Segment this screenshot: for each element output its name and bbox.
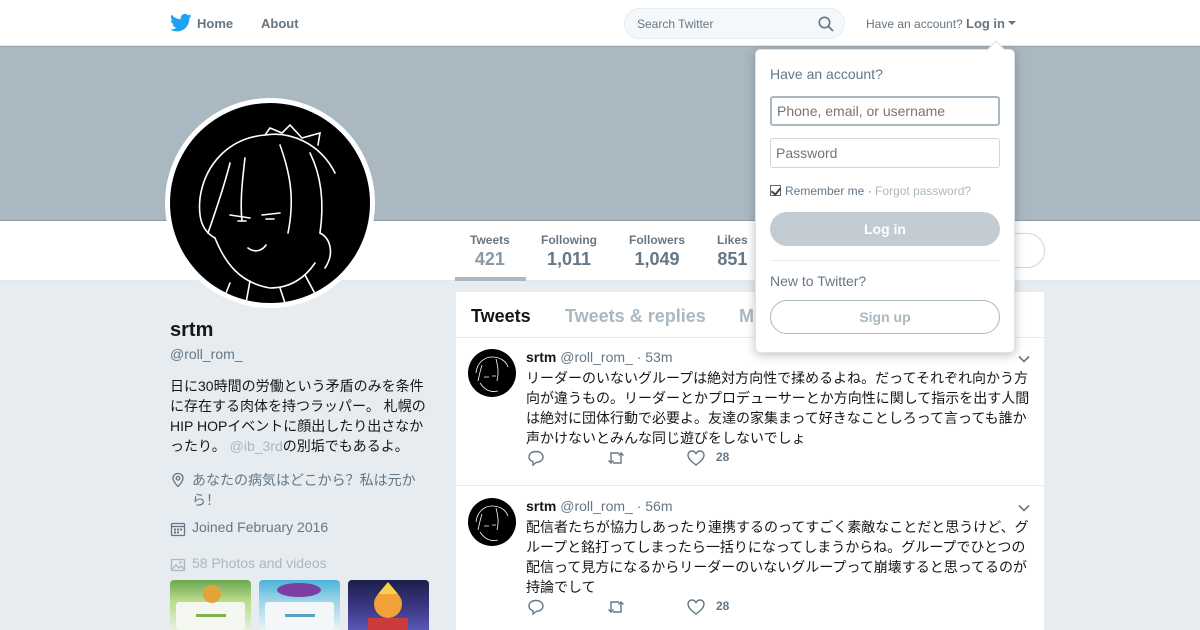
have-account-text: Have an account? xyxy=(866,17,963,31)
tweet-avatar-drawing xyxy=(475,356,509,392)
stat-followers-value: 1,049 xyxy=(634,249,680,269)
remember-me-label[interactable]: Remember me xyxy=(785,184,864,198)
tweet-author-name[interactable]: srtm xyxy=(526,349,556,365)
tab-tweets-and-replies[interactable]: Tweets & replies xyxy=(565,306,706,327)
nav-home-label: Home xyxy=(197,15,234,31)
joined-text: Joined February 2016 xyxy=(192,519,329,535)
caret-down-icon[interactable] xyxy=(1008,21,1016,25)
bio-mention-link[interactable]: @ib_3rd xyxy=(230,438,283,454)
tweet[interactable]: srtm @roll_rom_ · 53m リーダーのいないグループは絶対方向性… xyxy=(456,339,1044,486)
stat-likes-value: 851 xyxy=(717,249,748,269)
tweet-author-handle[interactable]: @roll_rom_ xyxy=(560,498,633,514)
stat-tweets-label: Tweets xyxy=(470,233,510,247)
stat-tweets-value: 421 xyxy=(474,249,505,269)
top-navigation: Home About Search Twitter Have an accoun… xyxy=(0,0,1200,46)
profile-joined: Joined February 2016 xyxy=(170,519,329,537)
profile-name[interactable]: srtm xyxy=(170,319,213,342)
tweet-avatar[interactable] xyxy=(468,498,516,546)
search-icon[interactable] xyxy=(818,16,834,32)
nav-home[interactable]: Home xyxy=(171,0,233,46)
stat-likes-label: Likes xyxy=(717,233,748,247)
login-button[interactable]: Log in xyxy=(770,212,1000,246)
location-icon xyxy=(172,472,184,488)
search-box[interactable]: Search Twitter xyxy=(624,8,845,39)
profile-location: あなたの病気はどこから？私は元から！ xyxy=(170,470,430,510)
tweet[interactable]: srtm @roll_rom_ · 56m 配信者たちが協力しあったり連携するの… xyxy=(456,488,1044,630)
stat-following-value: 1,011 xyxy=(546,249,592,269)
username-field[interactable] xyxy=(770,96,1000,126)
remember-separator: · xyxy=(864,184,876,198)
stat-followers-label: Followers xyxy=(629,233,686,247)
reply-icon[interactable] xyxy=(526,448,546,468)
location-text: あなたの病気はどこから？私は元から！ xyxy=(192,472,416,508)
tweet-like-count: 28 xyxy=(716,599,730,613)
login-dropdown-title: Have an account? xyxy=(770,66,883,82)
search-input[interactable]: Search Twitter xyxy=(637,17,713,31)
photos-and-videos-link[interactable]: 58 Photos and videos xyxy=(170,555,327,572)
photo-thumbnail[interactable] xyxy=(259,580,340,630)
chevron-down-icon[interactable] xyxy=(1018,355,1030,363)
forgot-password-link[interactable]: Forgot password? xyxy=(875,184,971,198)
photo-thumbnail-art xyxy=(368,582,408,630)
tab-tweets[interactable]: Tweets xyxy=(471,306,531,327)
tweet-avatar[interactable] xyxy=(468,349,516,397)
profile-handle[interactable]: @roll_rom_ xyxy=(170,346,243,362)
signup-button[interactable]: Sign up xyxy=(770,300,1000,334)
new-to-twitter-text: New to Twitter? xyxy=(770,273,867,289)
profile-avatar[interactable] xyxy=(165,98,375,308)
active-stat-indicator xyxy=(455,277,526,281)
nav-about[interactable]: About xyxy=(261,16,299,31)
login-dropdown-toggle[interactable]: Log in xyxy=(966,16,1005,31)
stat-tweets[interactable]: Tweets 421 xyxy=(470,233,510,270)
photos-text: 58 Photos and videos xyxy=(192,555,327,571)
tweet-timestamp[interactable]: · 56m xyxy=(637,498,673,514)
photo-thumbnail[interactable] xyxy=(348,580,429,630)
stat-likes[interactable]: Likes 851 xyxy=(717,233,748,270)
chevron-down-icon[interactable] xyxy=(1018,504,1030,512)
tweet-author-handle[interactable]: @roll_rom_ xyxy=(560,349,633,365)
profile-bio: 日に30時間の労働という矛盾のみを条件に存在する肉体を持つラッパー。 札幌のHI… xyxy=(170,376,435,456)
retweet-icon[interactable] xyxy=(606,448,626,468)
remember-me-checkbox[interactable] xyxy=(770,185,781,196)
tweet-header: srtm @roll_rom_ · 56m xyxy=(526,498,673,514)
tweet-timestamp[interactable]: · 53m xyxy=(637,349,673,365)
login-dropdown: Have an account? Remember me · Forgot pa… xyxy=(755,40,1015,353)
stat-following-label: Following xyxy=(541,233,597,247)
reply-icon[interactable] xyxy=(526,597,546,617)
photo-thumbnail-art xyxy=(265,583,334,630)
bio-suffix: の別垢でもあるよ。 xyxy=(282,438,409,454)
dropdown-divider xyxy=(770,260,1000,261)
stat-following[interactable]: Following 1,011 xyxy=(541,233,597,270)
remember-me-row: Remember me · Forgot password? xyxy=(770,184,971,198)
retweet-icon[interactable] xyxy=(606,597,626,617)
tab-media[interactable]: M xyxy=(739,306,754,327)
photo-thumbnail-art xyxy=(176,585,245,630)
tweet-header: srtm @roll_rom_ · 53m xyxy=(526,349,673,365)
heart-icon[interactable] xyxy=(686,597,706,617)
tweet-like-count: 28 xyxy=(716,450,730,464)
tweet-author-name[interactable]: srtm xyxy=(526,498,556,514)
avatar-image xyxy=(170,103,370,303)
password-field[interactable] xyxy=(770,138,1000,168)
photo-icon xyxy=(170,558,186,572)
tweet-text: 配信者たちが協力しあったり連携するのってすごく素敵なことだと思うけど、グループと… xyxy=(526,519,1029,595)
calendar-icon xyxy=(170,522,186,537)
tweet-text: リーダーのいないグループは絶対方向性で揉めるよね。だってそれぞれ向かう方向が違う… xyxy=(526,370,1030,446)
avatar-drawing xyxy=(198,123,336,303)
heart-icon[interactable] xyxy=(686,448,706,468)
tweet-avatar-drawing xyxy=(475,505,509,541)
stat-followers[interactable]: Followers 1,049 xyxy=(629,233,685,270)
photo-thumbnail[interactable] xyxy=(170,580,251,630)
